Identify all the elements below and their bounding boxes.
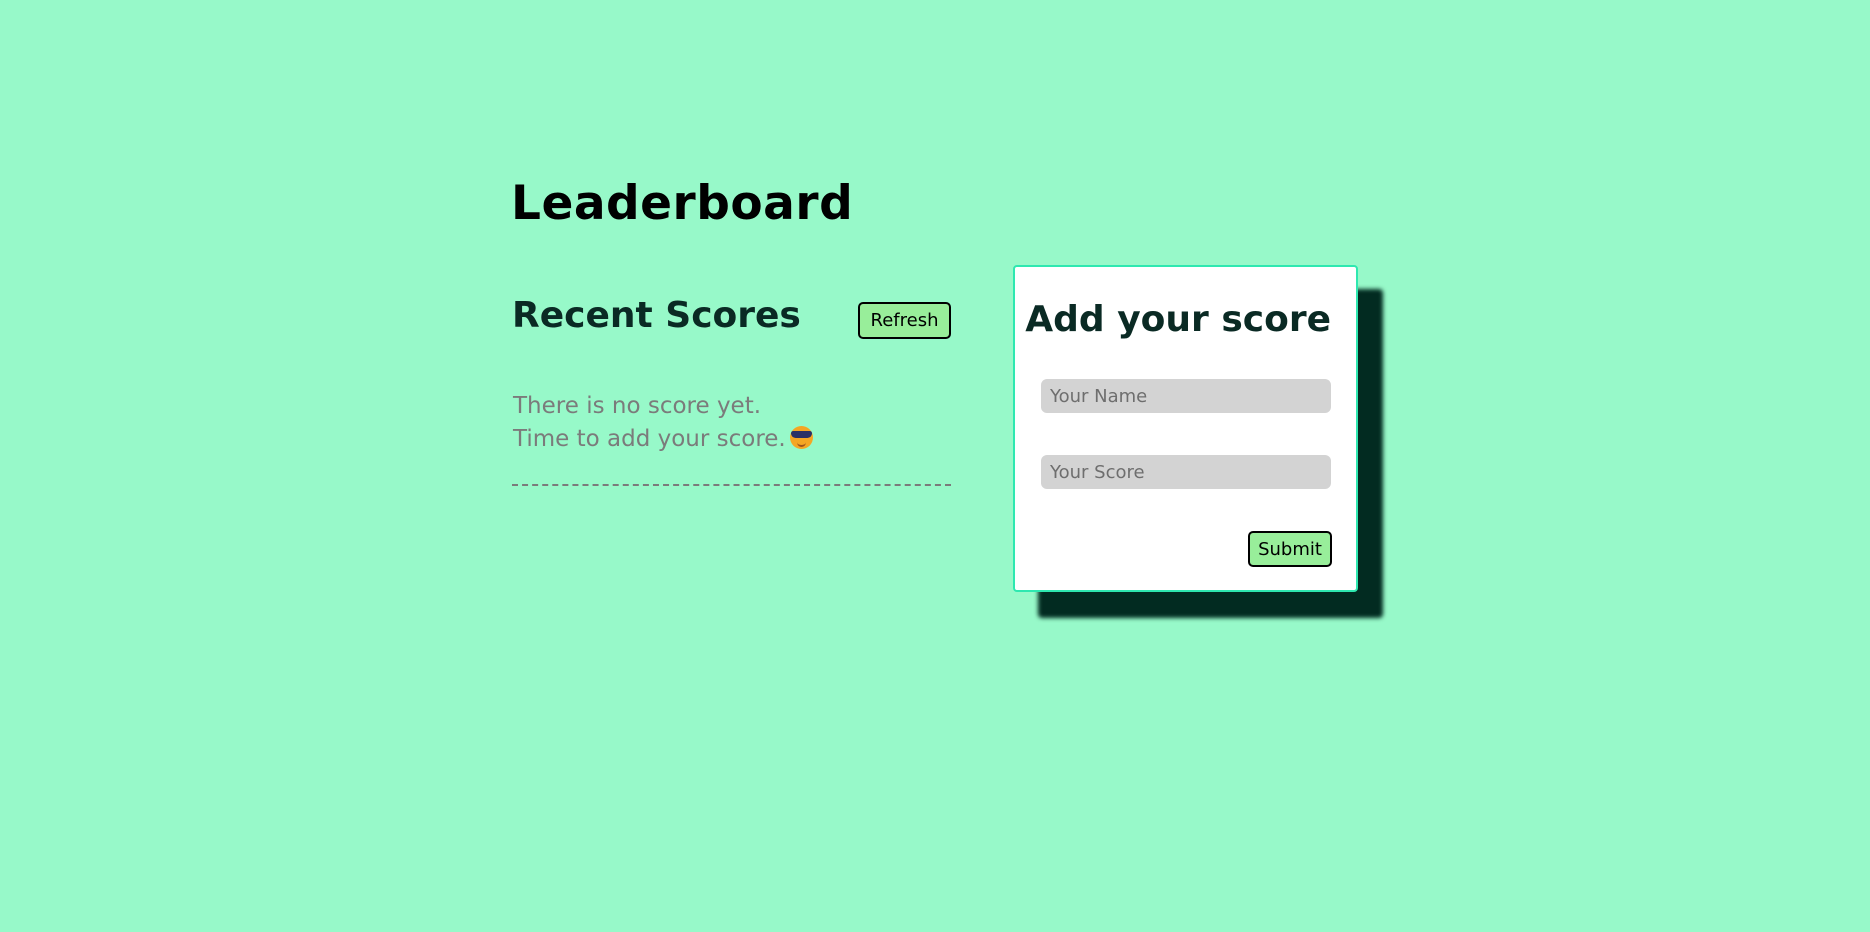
add-score-form: Add your score Submit: [1013, 265, 1358, 592]
dashed-divider: [512, 484, 951, 486]
add-score-heading: Add your score: [1025, 299, 1331, 340]
recent-scores-heading: Recent Scores: [512, 295, 801, 336]
page: Leaderboard Recent Scores Refresh There …: [0, 0, 1870, 932]
smiling-face-with-sunglasses-icon: [789, 426, 813, 449]
empty-scores-message: There is no score yet. Time to add your …: [513, 390, 813, 456]
name-input[interactable]: [1041, 379, 1331, 413]
empty-message-line-2: Time to add your score.: [513, 423, 813, 456]
submit-button[interactable]: Submit: [1248, 531, 1332, 567]
empty-message-line-2-text: Time to add your score.: [513, 426, 786, 452]
refresh-button[interactable]: Refresh: [858, 302, 951, 339]
empty-message-line-1: There is no score yet.: [513, 393, 762, 419]
score-input[interactable]: [1041, 455, 1331, 489]
page-title: Leaderboard: [511, 176, 854, 231]
